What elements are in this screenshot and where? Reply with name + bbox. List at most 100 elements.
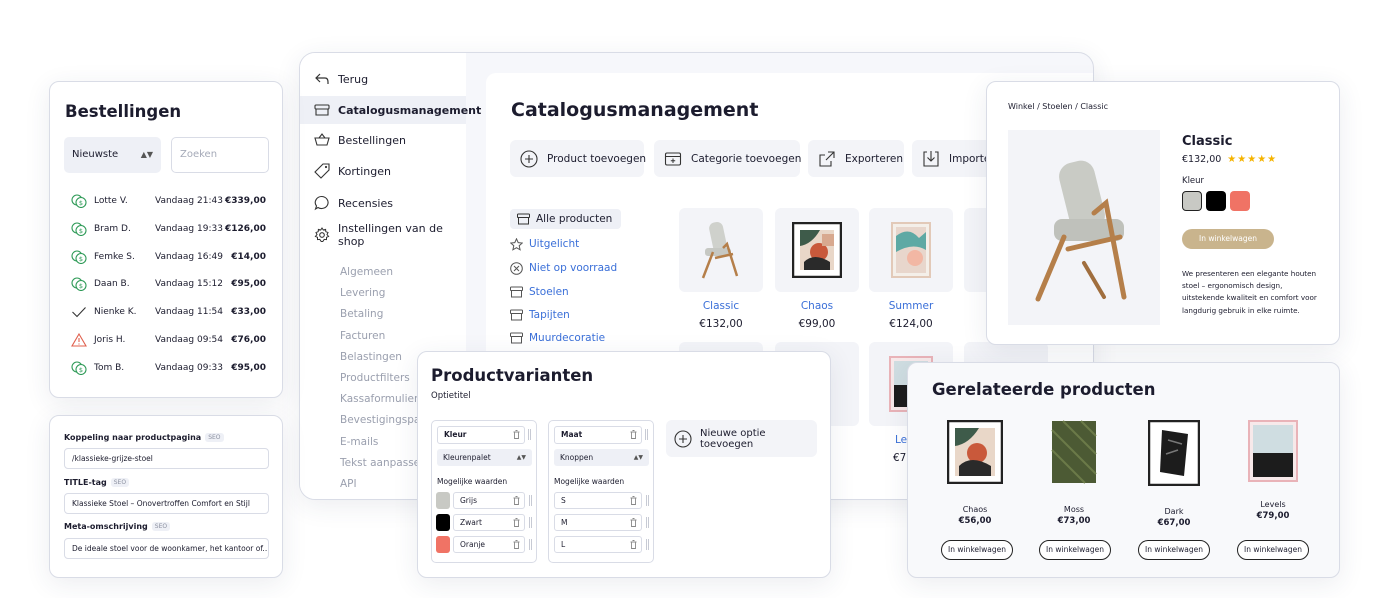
drag-handle-icon[interactable]: [528, 429, 531, 440]
submenu-item[interactable]: Betaling: [300, 304, 466, 325]
product-card[interactable]: Chaos €99,00: [775, 208, 859, 330]
related-product-card[interactable]: Dark €67,00: [1134, 420, 1214, 528]
drag-handle-icon[interactable]: [529, 495, 532, 506]
order-time: Vandaag 11:54: [155, 307, 223, 318]
chevron-updown-icon: ▲▼: [633, 454, 643, 461]
order-row[interactable]: $ Femke S. Vandaag 16:49 €14,00: [71, 250, 266, 264]
related-product-card[interactable]: Levels €79,00: [1233, 420, 1313, 521]
add-folder-icon: [664, 150, 682, 168]
option-value-field[interactable]: Oranje: [453, 536, 525, 553]
trash-icon[interactable]: [513, 540, 520, 549]
category-wall-decor[interactable]: Muurdecoratie: [510, 328, 605, 348]
color-swatch[interactable]: [436, 536, 450, 553]
drag-handle-icon[interactable]: [645, 429, 648, 440]
export-button[interactable]: Exporteren: [808, 140, 904, 177]
sidebar-item-catalog[interactable]: Catalogusmanagement: [300, 96, 481, 124]
sort-select[interactable]: Nieuwste ▲▼: [64, 137, 161, 173]
add-to-cart-button[interactable]: In winkelwagen: [1039, 540, 1111, 560]
add-option-button[interactable]: Nieuwe optie toevoegen: [666, 420, 817, 457]
values-label: Mogelijke waarden: [437, 477, 508, 486]
option-title-label: Optietitel: [431, 391, 471, 401]
customer-name: Joris H.: [94, 335, 126, 345]
color-label: Kleur: [1182, 176, 1205, 186]
submenu-item[interactable]: Levering: [300, 283, 466, 304]
related-product-card[interactable]: Moss €73,00: [1034, 420, 1114, 526]
drag-handle-icon[interactable]: [646, 517, 649, 528]
trash-icon[interactable]: [513, 518, 520, 527]
order-row[interactable]: $ Daan B. Vandaag 15:12 €95,00: [71, 277, 266, 292]
related-product-card[interactable]: Chaos €56,00: [935, 420, 1015, 526]
order-row[interactable]: $ Tom B. Vandaag 09:33 €95,00: [71, 361, 266, 375]
trash-icon[interactable]: [513, 430, 520, 439]
box-icon: [517, 213, 530, 225]
sidebar-item-label: Bestellingen: [338, 133, 406, 147]
add-to-cart-button[interactable]: In winkelwagen: [1182, 229, 1274, 249]
option-name-field[interactable]: Kleur: [437, 426, 525, 444]
color-swatch-orange[interactable]: [1230, 191, 1250, 211]
option-value-field[interactable]: S: [554, 492, 642, 509]
sidebar-item-discounts[interactable]: Kortingen: [300, 157, 466, 185]
add-to-cart-button[interactable]: In winkelwagen: [1138, 540, 1210, 560]
category-featured[interactable]: Uitgelicht: [510, 234, 579, 254]
category-out-of-stock[interactable]: Niet op voorraad: [510, 258, 617, 278]
order-row[interactable]: $ Lotte V. Vandaag 21:43 €339,00: [71, 194, 266, 208]
option-type-select[interactable]: Kleurenpalet ▲▼: [437, 449, 532, 466]
drag-handle-icon[interactable]: [529, 517, 532, 528]
option-name-field[interactable]: Maat: [554, 426, 642, 444]
color-swatch-grey[interactable]: [1182, 191, 1202, 211]
color-swatch[interactable]: [436, 492, 450, 509]
product-image: [679, 208, 763, 292]
submenu-item[interactable]: Algemeen: [300, 262, 466, 283]
search-input[interactable]: Zoeken: [171, 137, 269, 173]
add-category-button[interactable]: Categorie toevoegen: [654, 140, 801, 177]
order-row[interactable]: $ Bram D. Vandaag 19:33 €126,00: [71, 222, 266, 236]
drag-handle-icon[interactable]: [646, 495, 649, 506]
add-to-cart-button[interactable]: In winkelwagen: [941, 540, 1013, 560]
product-detail-panel: Winkel / Stoelen / Classic Classic €132,…: [986, 81, 1340, 345]
category-all-products[interactable]: Alle producten: [510, 209, 622, 229]
product-url-field[interactable]: /klassieke-grijze-stoel: [64, 448, 269, 469]
submenu-item[interactable]: Facturen: [300, 326, 466, 347]
add-product-button[interactable]: Product toevoegen: [510, 140, 646, 177]
paid-icon: $: [71, 361, 87, 375]
customer-name: Nienke K.: [94, 307, 137, 318]
trash-icon[interactable]: [630, 540, 637, 549]
color-swatch[interactable]: [436, 514, 450, 531]
category-chairs[interactable]: Stoelen: [510, 282, 569, 302]
sidebar-item-orders[interactable]: Bestellingen: [300, 126, 466, 154]
option-value-field[interactable]: Zwart: [453, 514, 525, 531]
paid-icon: $: [71, 277, 87, 292]
sidebar-item-reviews[interactable]: Recensies: [300, 189, 466, 217]
back-link[interactable]: Terug: [300, 65, 466, 93]
option-type-select[interactable]: Knoppen ▲▼: [554, 449, 649, 466]
option-value-field[interactable]: L: [554, 536, 642, 553]
trash-icon[interactable]: [630, 430, 637, 439]
breadcrumb[interactable]: Winkel / Stoelen / Classic: [1008, 102, 1108, 111]
seo-badge: SEO: [205, 433, 224, 442]
option-value-field[interactable]: M: [554, 514, 642, 531]
option-value-field[interactable]: Grijs: [453, 492, 525, 509]
drag-handle-icon[interactable]: [646, 539, 649, 550]
drag-handle-icon[interactable]: [529, 539, 532, 550]
order-amount: €76,00: [231, 335, 266, 345]
color-swatch-black[interactable]: [1206, 191, 1226, 211]
order-row[interactable]: Joris H. Vandaag 09:54 €76,00: [71, 333, 266, 347]
trash-icon[interactable]: [630, 518, 637, 527]
order-row[interactable]: Nienke K. Vandaag 11:54 €33,00: [71, 305, 266, 319]
category-rugs[interactable]: Tapijten: [510, 305, 570, 325]
box-icon: [510, 332, 523, 344]
product-card[interactable]: Summer €124,00: [869, 208, 953, 330]
product-price-rating: €132,00 ★★★★★: [1182, 154, 1278, 165]
box-icon: [314, 103, 330, 117]
trash-icon[interactable]: [630, 496, 637, 505]
meta-description-field[interactable]: De ideale stoel voor de woonkamer, het k…: [64, 538, 269, 559]
order-amount: €95,00: [231, 279, 266, 290]
paid-icon: $: [71, 194, 87, 208]
product-card[interactable]: Classic €132,00: [679, 208, 763, 330]
order-amount: €95,00: [231, 362, 266, 373]
add-to-cart-button[interactable]: In winkelwagen: [1237, 540, 1309, 560]
title-tag-field[interactable]: Klassieke Stoel – Onovertroffen Comfort …: [64, 493, 269, 514]
sidebar-item-shop-settings[interactable]: Instellingen van de shop: [300, 221, 466, 249]
product-image: [1233, 420, 1313, 490]
trash-icon[interactable]: [513, 496, 520, 505]
